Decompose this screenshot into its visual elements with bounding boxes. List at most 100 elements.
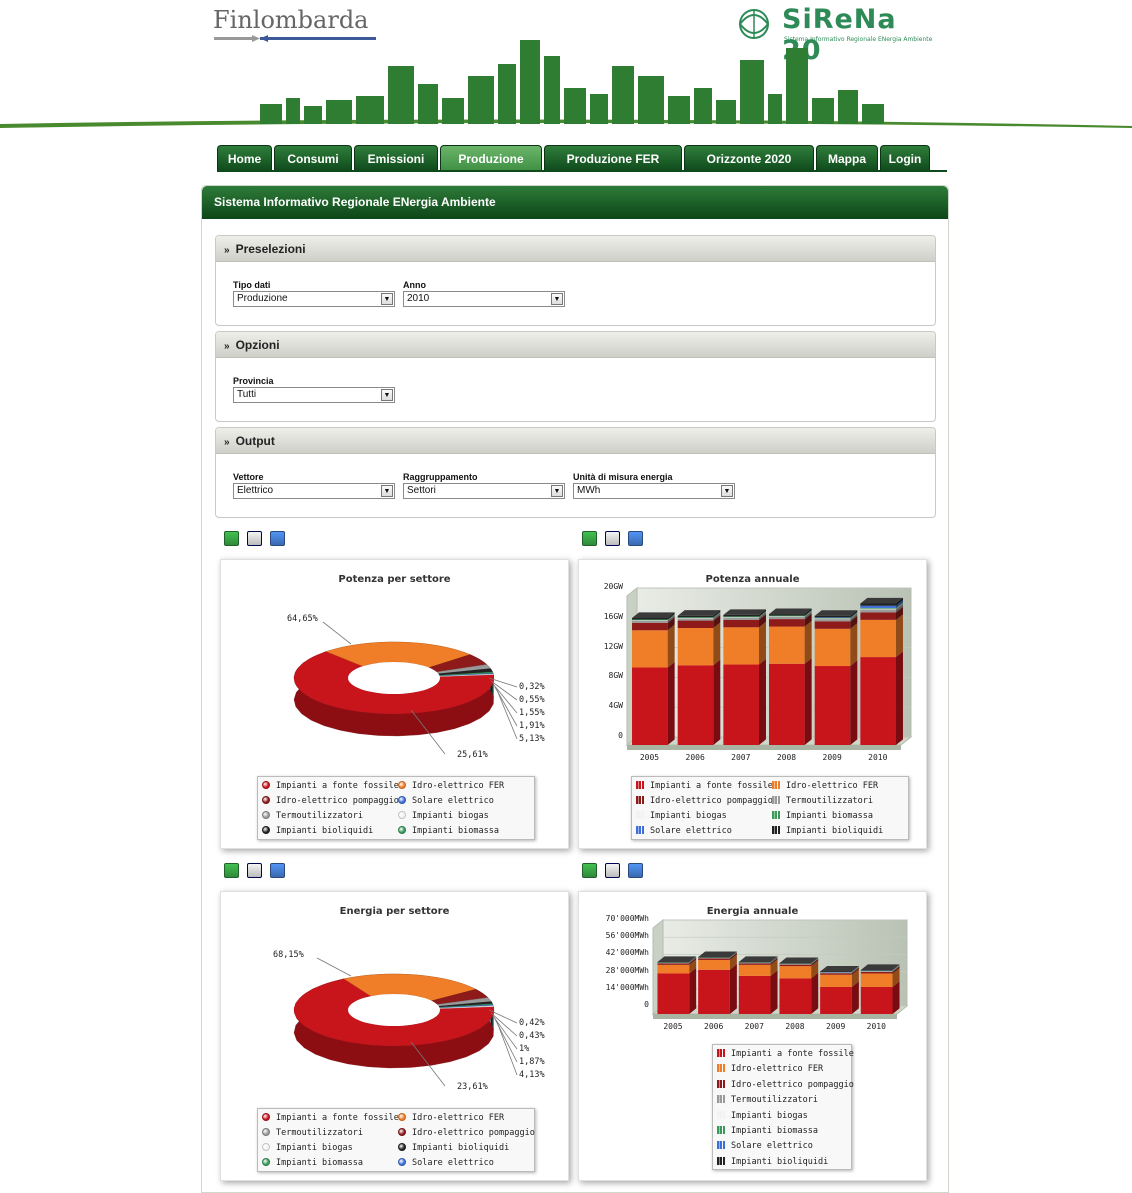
city-skyline xyxy=(0,40,1132,128)
tab-home[interactable]: Home xyxy=(217,145,272,171)
legend-item[interactable]: Impianti bioliquidi xyxy=(398,1142,509,1154)
legend-item[interactable]: Idro-elettrico FER xyxy=(398,1112,504,1124)
legend-bar-icon xyxy=(636,811,644,819)
legend-label: Solare elettrico xyxy=(731,1141,813,1152)
x-tick-label: 2010 xyxy=(868,753,888,762)
legend-label: Idro-elettrico FER xyxy=(412,1113,505,1123)
bar-segment xyxy=(820,973,852,975)
tab-consumi[interactable]: Consumi xyxy=(274,145,352,171)
save-image-icon[interactable] xyxy=(628,531,643,546)
legend-bar-icon xyxy=(772,826,780,834)
save-image-icon[interactable] xyxy=(270,531,285,546)
legend-item[interactable]: Idro-elettrico pompaggio xyxy=(636,795,773,807)
dropdown-arrow-icon[interactable]: ▼ xyxy=(381,485,393,497)
legend-item[interactable]: Solare elettrico xyxy=(398,1157,494,1169)
legend-label: Idro-elettrico pompaggio xyxy=(650,796,773,806)
legend-item[interactable]: Termoutilizzatori xyxy=(717,1094,818,1106)
tab-produzione[interactable]: Produzione xyxy=(440,145,542,171)
section-preselezioni-header[interactable]: » Preselezioni xyxy=(216,236,935,262)
tab-mappa[interactable]: Mappa xyxy=(816,145,878,171)
bar-segment xyxy=(723,664,759,745)
legend-item[interactable]: Impianti bioliquidi xyxy=(262,825,373,837)
legend-item[interactable]: Impianti biogas xyxy=(717,1110,808,1122)
provincia-select[interactable]: Tutti ▼ xyxy=(233,387,395,403)
tab-orizzonte-2020[interactable]: Orizzonte 2020 xyxy=(684,145,814,171)
bar-segment xyxy=(814,615,851,618)
legend-item[interactable]: Impianti biogas xyxy=(398,810,489,822)
legend-item[interactable]: Impianti a fonte fossile xyxy=(262,1112,399,1124)
legend-item[interactable]: Impianti biomassa xyxy=(398,825,499,837)
legend-item[interactable]: Impianti biogas xyxy=(636,810,727,822)
bar-segment xyxy=(860,619,896,658)
legend-item[interactable]: Idro-elettrico pompaggio xyxy=(262,795,399,807)
save-image-icon[interactable] xyxy=(628,863,643,878)
legend-item[interactable]: Impianti biomassa xyxy=(262,1157,363,1169)
legend-item[interactable]: Idro-elettrico FER xyxy=(717,1063,823,1075)
excel-export-icon[interactable] xyxy=(224,531,239,546)
dropdown-arrow-icon[interactable]: ▼ xyxy=(551,485,563,497)
raggruppamento-select[interactable]: Settori ▼ xyxy=(403,483,565,499)
legend-item[interactable]: Impianti bioliquidi xyxy=(717,1156,828,1168)
print-icon[interactable] xyxy=(247,863,262,878)
print-icon[interactable] xyxy=(605,863,620,878)
section-opzioni-header[interactable]: » Opzioni xyxy=(216,332,935,358)
legend-item[interactable]: Termoutilizzatori xyxy=(772,795,873,807)
dropdown-arrow-icon[interactable]: ▼ xyxy=(721,485,733,497)
section-output-header[interactable]: » Output xyxy=(216,428,935,454)
excel-export-icon[interactable] xyxy=(582,863,597,878)
chart-potenza-annuale: Potenza annuale 0 4GW 8GW 12GW 16GW 20GW 2005 20… xyxy=(578,559,927,849)
save-image-icon[interactable] xyxy=(270,863,285,878)
bar-segment-side xyxy=(895,614,903,658)
legend-item[interactable]: Idro-elettrico FER xyxy=(398,780,504,792)
excel-export-icon[interactable] xyxy=(582,531,597,546)
anno-select[interactable]: 2010 ▼ xyxy=(403,291,565,307)
legend-item[interactable]: Impianti biogas xyxy=(262,1142,353,1154)
chart-legend: Impianti a fonte fossile Idro-elettrico F… xyxy=(257,1108,535,1172)
legend-item[interactable]: Termoutilizzatori xyxy=(262,1127,363,1139)
legend-item[interactable]: Impianti a fonte fossile xyxy=(717,1048,854,1060)
legend-label: Impianti a fonte fossile xyxy=(731,1049,854,1059)
dropdown-arrow-icon[interactable]: ▼ xyxy=(551,293,563,305)
print-icon[interactable] xyxy=(605,531,620,546)
x-tick-label: 2007 xyxy=(731,753,751,762)
legend-item[interactable]: Impianti a fonte fossile xyxy=(262,780,399,792)
tab-emissioni[interactable]: Emissioni xyxy=(354,145,438,171)
legend-item[interactable]: Idro-elettrico FER xyxy=(772,780,878,792)
legend-label: Impianti a fonte fossile xyxy=(276,781,399,791)
unita-select[interactable]: MWh ▼ xyxy=(573,483,735,499)
legend-item[interactable]: Solare elettrico xyxy=(398,795,494,807)
tab-login[interactable]: Login xyxy=(880,145,930,171)
pie-label-main: 68,15% xyxy=(273,950,304,960)
chart-toolbar-2 xyxy=(582,531,646,547)
legend-swatch xyxy=(262,781,270,789)
legend-item[interactable]: Idro-elettrico pompaggio xyxy=(717,1079,854,1091)
tipo-dati-select[interactable]: Produzione ▼ xyxy=(233,291,395,307)
legend-item[interactable]: Termoutilizzatori xyxy=(262,810,363,822)
provincia-field: Provincia Tutti ▼ xyxy=(233,376,395,403)
legend-item[interactable]: Solare elettrico xyxy=(717,1140,813,1152)
legend-bar-icon xyxy=(717,1156,725,1165)
section-output-title: Output xyxy=(235,434,275,448)
legend-label: Impianti bioliquidi xyxy=(276,826,374,836)
legend-item[interactable]: Impianti biomassa xyxy=(772,810,873,822)
excel-export-icon[interactable] xyxy=(224,863,239,878)
legend-swatch xyxy=(398,1128,406,1136)
print-icon[interactable] xyxy=(247,531,262,546)
legend-item[interactable]: Idro-elettrico pompaggio xyxy=(398,1127,535,1139)
dropdown-arrow-icon[interactable]: ▼ xyxy=(381,293,393,305)
finlombarda-logo[interactable]: Finlombarda xyxy=(213,6,368,34)
x-tick-label: 2008 xyxy=(776,753,797,762)
bar-segment xyxy=(723,614,759,617)
bar-segment xyxy=(779,964,812,967)
legend-item[interactable]: Solare elettrico xyxy=(636,825,732,837)
legend-item[interactable]: Impianti a fonte fossile xyxy=(636,780,773,792)
legend-item[interactable]: Impianti bioliquidi xyxy=(772,825,883,837)
bar-segment xyxy=(677,618,714,621)
vettore-select[interactable]: Elettrico ▼ xyxy=(233,483,395,499)
dropdown-arrow-icon[interactable]: ▼ xyxy=(381,389,393,401)
anno-value: 2010 xyxy=(407,293,430,304)
bar-segment xyxy=(814,628,851,667)
pie-label-small: 1,91% xyxy=(519,721,545,731)
tab-produzione-fer[interactable]: Produzione FER xyxy=(544,145,682,171)
legend-item[interactable]: Impianti biomassa xyxy=(717,1125,818,1137)
